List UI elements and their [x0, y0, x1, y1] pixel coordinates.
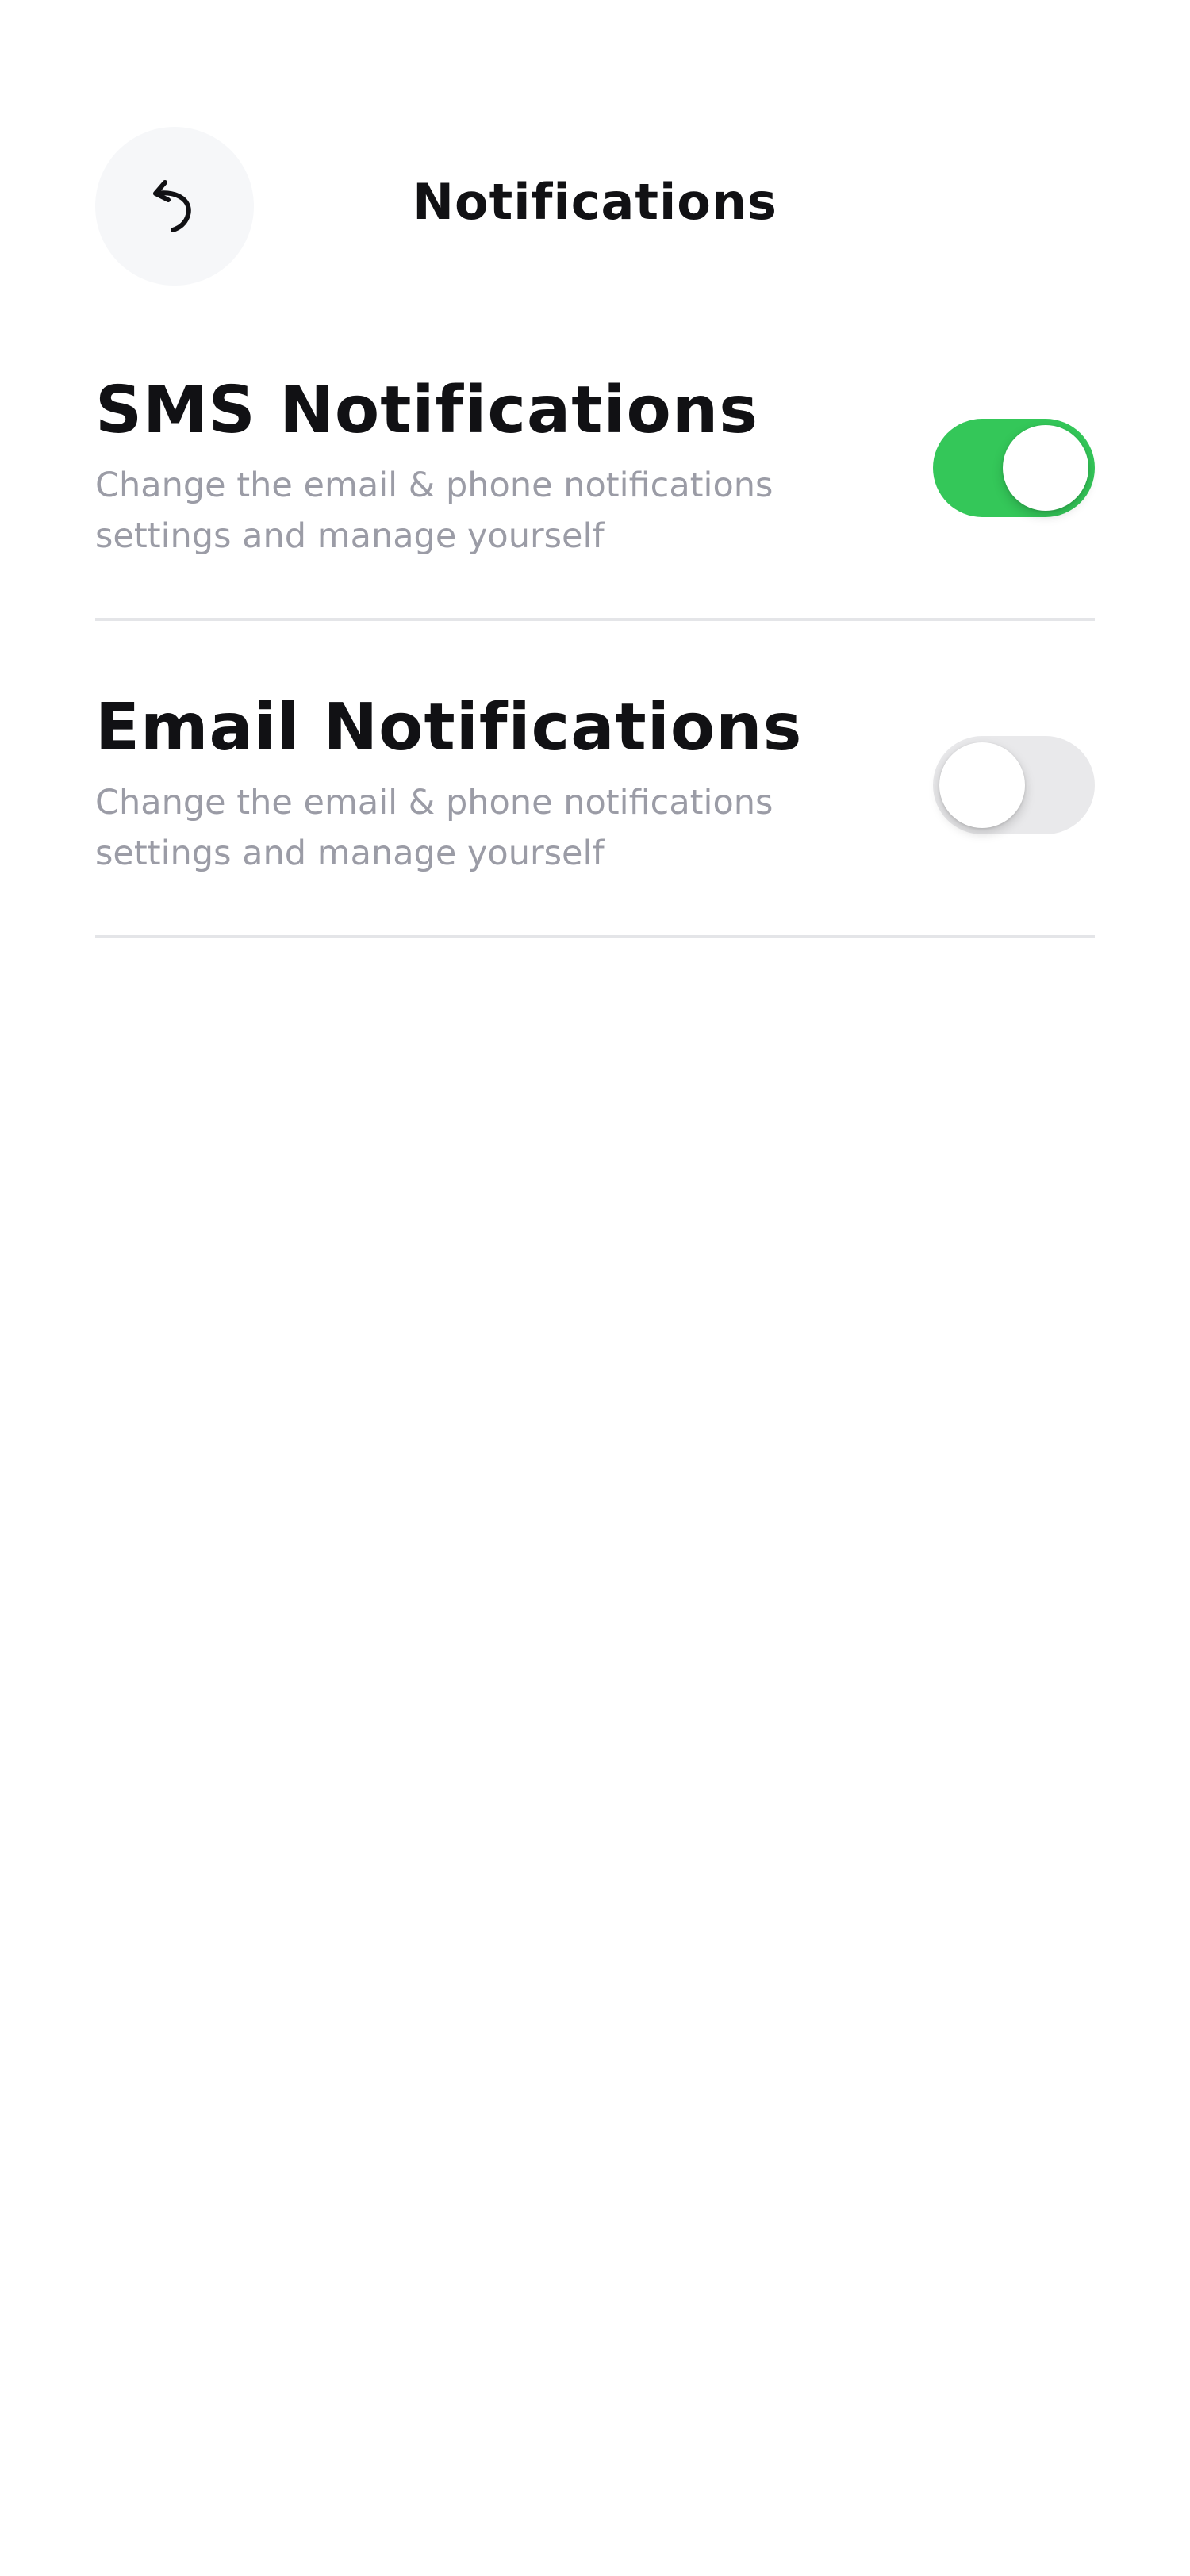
page-title: Notifications	[413, 173, 777, 231]
divider	[95, 935, 1095, 938]
email-notifications-toggle[interactable]	[933, 736, 1095, 834]
toggle-knob	[1003, 425, 1088, 511]
sms-notifications-toggle[interactable]	[933, 419, 1095, 517]
divider	[95, 618, 1095, 621]
toggle-knob	[939, 742, 1025, 828]
sms-notifications-description: Change the email & phone notifications s…	[95, 466, 774, 556]
sms-notifications-title: SMS Notifications	[95, 373, 759, 448]
email-notifications-description: Change the email & phone notifications s…	[95, 783, 774, 873]
header: Notifications	[0, 0, 1190, 286]
email-notifications-title: Email Notifications	[95, 690, 803, 765]
